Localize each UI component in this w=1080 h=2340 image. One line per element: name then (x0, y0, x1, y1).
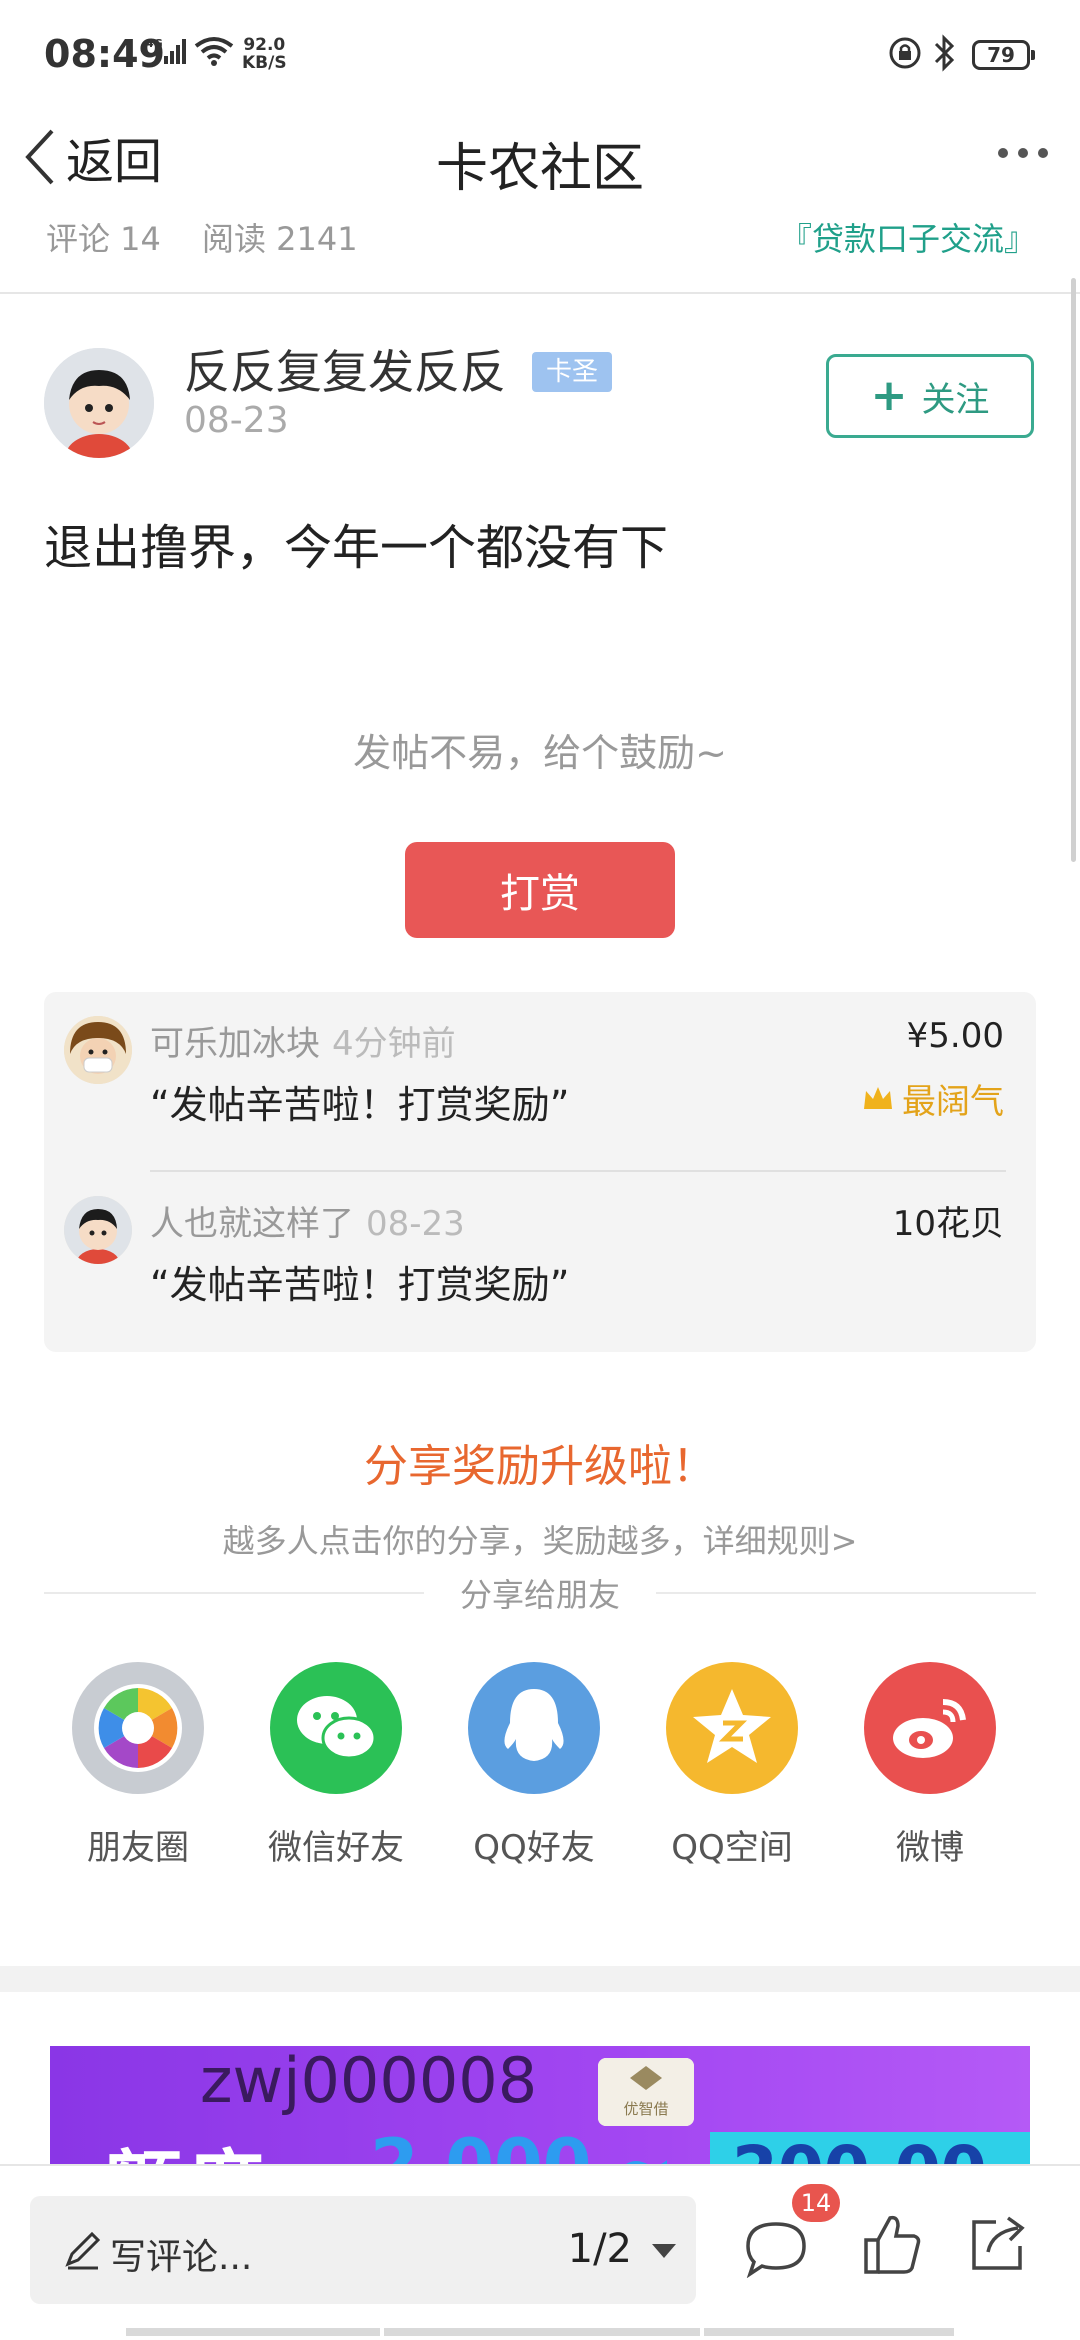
post-meta: 评论 14 阅读 2141 『贷款口子交流』 (46, 214, 1036, 264)
rotation-lock-icon (888, 36, 922, 74)
tipper-info: 可乐加冰块 4分钟前 (150, 1016, 456, 1065)
wechat-icon (270, 1662, 402, 1794)
tip-button[interactable]: 打赏 (405, 842, 675, 938)
author-badge: 卡圣 (532, 352, 613, 392)
tipper-info: 人也就这样了 08-23 (150, 1196, 465, 1245)
svg-text:4G: 4G (146, 37, 163, 50)
divider (150, 1170, 1006, 1172)
section-separator (0, 1966, 1080, 1992)
speed-value: 92.0 (243, 35, 286, 55)
tip-time: 08-23 (366, 1204, 465, 1244)
post-content: 退出撸界，今年一个都没有下 (44, 520, 669, 576)
list-item[interactable]: 人也就这样了 08-23 “发帖辛苦啦！打赏奖励” 10花贝 (44, 1196, 1036, 1356)
tip-message: “发帖辛苦啦！打赏奖励” (150, 1263, 570, 1307)
page: 08:49 4G 92.0 KB/S 79 返回 卡农社区 评论 14 阅读 2… (0, 0, 1080, 2340)
share-qq-button[interactable]: QQ好友 (434, 1662, 634, 1869)
status-bar: 08:49 4G 92.0 KB/S 79 (0, 0, 1080, 110)
flag-label: 最阔气 (902, 1082, 1004, 1122)
banner-text-right: 200,00 (710, 2132, 1030, 2166)
tipper-name: 人也就这样了 (150, 1204, 354, 1244)
tipper-avatar[interactable] (64, 1196, 132, 1264)
tip-amount: 10花贝 (892, 1204, 1004, 1244)
gesture-bar (126, 2328, 380, 2336)
signal-icon: 4G (146, 36, 190, 70)
caret-down-icon[interactable] (652, 2244, 676, 2258)
share-friends-label: 分享给朋友 (459, 1576, 620, 1614)
battery-icon: 79 (972, 40, 1035, 70)
share-label: 微信好友 (268, 1828, 404, 1868)
gesture-bar (384, 2328, 700, 2336)
banner-text-left: 额度 (106, 2124, 270, 2166)
gesture-bar (704, 2328, 954, 2336)
share-rules-link[interactable]: 越多人点击你的分享，奖励越多，详细规则> (0, 1516, 1080, 1562)
share-moments-button[interactable]: 朋友圈 (38, 1662, 238, 1869)
share-qzone-button[interactable]: QQ空间 (632, 1662, 832, 1869)
encourage-text: 发帖不易，给个鼓励~ (353, 731, 727, 775)
network-speed: 92.0 KB/S (242, 36, 287, 72)
qzone-icon (666, 1662, 798, 1794)
tipper-avatar[interactable] (64, 1016, 132, 1084)
list-item[interactable]: 可乐加冰块 4分钟前 “发帖辛苦啦！打赏奖励” ¥5.00 最阔气 (44, 1016, 1036, 1176)
read-count: 阅读 2141 (202, 220, 358, 258)
share-label: 朋友圈 (87, 1828, 189, 1868)
crown-icon (864, 1086, 892, 1109)
pencil-icon (62, 2230, 102, 2274)
share-weibo-button[interactable]: 微博 (830, 1662, 1030, 1869)
tips-list: 可乐加冰块 4分钟前 “发帖辛苦啦！打赏奖励” ¥5.00 最阔气 人也就这样了… (44, 992, 1036, 1352)
comment-input[interactable]: 写评论... 1/2 (30, 2196, 696, 2304)
comment-icon[interactable] (744, 2218, 808, 2282)
comment-placeholder: 写评论... (110, 2237, 253, 2278)
page-indicator[interactable]: 1/2 (568, 2226, 632, 2272)
share-grid: 朋友圈 微信好友 QQ好友 QQ空间 微博 (44, 1662, 1036, 1882)
speed-unit: KB/S (242, 53, 287, 73)
follow-button[interactable]: + 关注 (826, 354, 1034, 438)
banner-logo-text: 优智借 (623, 2100, 668, 2118)
follow-label: 关注 (921, 379, 990, 420)
moments-icon (72, 1662, 204, 1794)
page-title: 卡农社区 (435, 139, 644, 199)
nav-bar: 返回 卡农社区 (0, 110, 1080, 210)
share-title: 分享奖励升级啦！ (364, 1441, 716, 1492)
tipper-name: 可乐加冰块 (150, 1024, 320, 1064)
weibo-icon (864, 1662, 996, 1794)
qq-icon (468, 1662, 600, 1794)
comment-count: 评论 14 (46, 220, 161, 258)
author-name[interactable]: 反反复复发反反 (184, 336, 506, 402)
tip-amount: ¥5.00 (906, 1016, 1004, 1056)
banner-code: zwj000008 (200, 2046, 538, 2117)
banner-logo: 优智借 (598, 2058, 694, 2126)
share-icon[interactable] (966, 2212, 1030, 2280)
share-label: 微博 (896, 1828, 964, 1868)
share-wechat-button[interactable]: 微信好友 (236, 1662, 436, 1869)
ad-banner[interactable]: zwj000008 优智借 额度 2,000 ~ 200,00 (50, 2046, 1030, 2166)
tip-message: “发帖辛苦啦！打赏奖励” (150, 1083, 570, 1127)
plus-icon: + (870, 370, 908, 421)
bottom-bar: 写评论... 1/2 14 (0, 2164, 1080, 2340)
like-icon[interactable] (862, 2212, 922, 2280)
banner-text-mid: 2,000 ~ (370, 2124, 675, 2166)
category-link[interactable]: 『贷款口子交流』 (780, 214, 1036, 260)
share-label: QQ好友 (473, 1828, 595, 1868)
comment-count-badge: 14 (792, 2184, 840, 2222)
tip-time: 4分钟前 (332, 1024, 456, 1064)
author-avatar[interactable] (44, 348, 154, 458)
divider (0, 292, 1080, 294)
more-icon[interactable] (998, 148, 1048, 158)
bluetooth-icon (932, 34, 958, 76)
wifi-icon (194, 36, 234, 70)
post-date: 08-23 (184, 400, 289, 441)
share-label: QQ空间 (671, 1828, 793, 1868)
top-tipper-flag: 最阔气 (862, 1074, 1004, 1123)
